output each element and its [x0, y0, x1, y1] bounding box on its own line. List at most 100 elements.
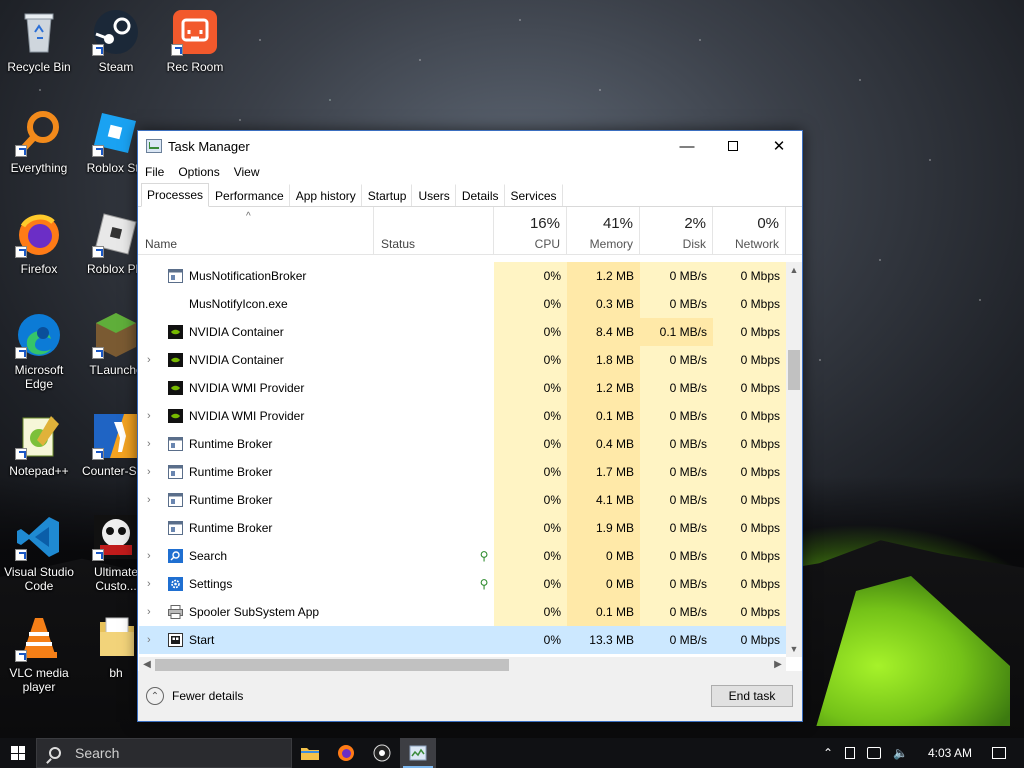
horizontal-scroll-thumb[interactable] [155, 659, 509, 671]
expand-chevron-icon[interactable] [147, 374, 157, 402]
tab-app-history[interactable]: App history [290, 184, 362, 206]
efficiency-leaf-icon [477, 262, 491, 290]
process-row[interactable]: MusNotificationBroker 0% 1.2 MB 0 MB/s 0 Mbp… [139, 262, 786, 290]
shortcut-arrow-icon [15, 246, 27, 258]
scroll-up-icon[interactable]: ▲ [786, 262, 802, 278]
tab-performance[interactable]: Performance [209, 184, 290, 206]
tab-services[interactable]: Services [505, 184, 563, 206]
file-explorer-icon[interactable] [292, 738, 328, 768]
process-disk: 0 MB/s [640, 430, 713, 458]
desktop-icon-label: Rec Room [166, 60, 224, 74]
firefox-icon[interactable] [328, 738, 364, 768]
menu-file[interactable]: File [145, 165, 164, 179]
process-row[interactable]: › Spooler SubSystem App 0% 0.1 MB 0 MB/s 0 Mb… [139, 598, 786, 626]
process-name: Runtime Broker [189, 465, 273, 479]
expand-chevron-icon[interactable]: › [147, 486, 157, 514]
expand-chevron-icon[interactable]: › [147, 626, 157, 654]
notification-icon[interactable] [992, 747, 1006, 759]
desktop-icon-recycle-bin[interactable]: Recycle Bin [1, 8, 77, 74]
desktop-icon-vlc[interactable]: VLC media player [1, 614, 77, 694]
process-row[interactable]: › Runtime Broker 0% 0.4 MB 0 MB/s 0 Mbps [139, 430, 786, 458]
column-cpu[interactable]: 16% CPU [494, 207, 567, 255]
shortcut-arrow-icon [15, 650, 27, 662]
desktop-icon-everything[interactable]: Everything [1, 109, 77, 175]
printer-icon [168, 605, 183, 619]
menu-options[interactable]: Options [178, 165, 219, 179]
vertical-scrollbar[interactable]: ▲ ▼ [786, 262, 802, 657]
tab-users[interactable]: Users [412, 184, 456, 206]
process-row[interactable]: › Start 0% 13.3 MB 0 MB/s 0 Mbps [139, 626, 786, 654]
obs-icon[interactable] [364, 738, 400, 768]
column-network[interactable]: 0% Network [713, 207, 786, 255]
end-task-button[interactable]: End task [711, 685, 793, 707]
fewer-details-button[interactable]: ⌃ Fewer details [146, 687, 243, 705]
maximize-button[interactable] [710, 131, 756, 161]
expand-chevron-icon[interactable]: › [147, 570, 157, 598]
minimize-button[interactable]: — [664, 131, 710, 161]
firefox-icon [15, 210, 63, 258]
desktop-icon-steam[interactable]: Steam [78, 8, 154, 74]
task-manager-taskbar-icon[interactable] [400, 738, 436, 768]
desktop-icon-vscode[interactable]: Visual Studio Code [1, 513, 77, 593]
scroll-down-icon[interactable]: ▼ [786, 641, 802, 657]
expand-chevron-icon[interactable] [147, 514, 157, 542]
column-disk[interactable]: 2% Disk [640, 207, 713, 255]
title-bar[interactable]: Task Manager — ✕ [138, 131, 802, 161]
clock[interactable]: 4:03 AM [928, 746, 972, 760]
tab-bar: Processes Performance App history Startu… [138, 183, 802, 207]
expand-chevron-icon[interactable] [147, 318, 157, 346]
process-row[interactable]: Runtime Broker 0% 1.9 MB 0 MB/s 0 Mbps [139, 514, 786, 542]
taskbar-search-box[interactable]: Search [36, 738, 292, 768]
expand-chevron-icon[interactable]: › [147, 430, 157, 458]
desktop-icon-firefox[interactable]: Firefox [1, 210, 77, 276]
process-row[interactable]: › NVIDIA WMI Provider 0% 0.1 MB 0 MB/s 0 Mbps [139, 402, 786, 430]
expand-chevron-icon[interactable]: › [147, 346, 157, 374]
process-row[interactable]: › Settings ⚲ 0% 0 MB 0 MB/s 0 Mbps [139, 570, 786, 598]
expand-chevron-icon[interactable]: › [147, 598, 157, 626]
process-network: 0 Mbps [713, 346, 786, 374]
window-title: Task Manager [168, 138, 250, 154]
process-row[interactable]: › NVIDIA Container 0% 1.8 MB 0 MB/s 0 Mbps [139, 346, 786, 374]
process-row[interactable]: › Runtime Broker 0% 4.1 MB 0 MB/s 0 Mbps [139, 486, 786, 514]
tab-processes[interactable]: Processes [141, 183, 210, 207]
process-row[interactable]: MusNotifyIcon.exe 0% 0.3 MB 0 MB/s 0 Mbps [139, 290, 786, 318]
shortcut-arrow-icon [15, 145, 27, 157]
battery-icon[interactable] [845, 747, 856, 759]
network-icon[interactable] [867, 747, 882, 759]
column-status[interactable]: Status [374, 207, 494, 255]
process-row[interactable]: › Runtime Broker 0% 1.7 MB 0 MB/s 0 Mbps [139, 458, 786, 486]
process-row[interactable]: NVIDIA Container 0% 8.4 MB 0.1 MB/s 0 Mbps [139, 318, 786, 346]
process-row[interactable]: NVIDIA WMI Provider 0% 1.2 MB 0 MB/s 0 Mbps [139, 374, 786, 402]
desktop-icon-notepad-plus-plus[interactable]: Notepad++ [1, 412, 77, 478]
steam-icon [92, 8, 140, 56]
shortcut-arrow-icon [92, 44, 104, 56]
column-memory[interactable]: 41% Memory [567, 207, 640, 255]
tab-details[interactable]: Details [456, 184, 505, 206]
column-name-label: Name [145, 237, 178, 251]
process-name: Spooler SubSystem App [189, 605, 320, 619]
expand-chevron-icon[interactable]: › [147, 402, 157, 430]
process-memory: 1.2 MB [567, 262, 640, 290]
desktop-icon-rec-room[interactable]: Rec Room [157, 8, 233, 74]
close-button[interactable]: ✕ [756, 131, 802, 161]
expand-chevron-icon[interactable] [147, 262, 157, 290]
menu-view[interactable]: View [234, 165, 260, 179]
expand-chevron-icon[interactable] [147, 290, 157, 318]
roblox-studio-icon [92, 109, 140, 157]
cpu-total-percent: 16% [529, 215, 560, 232]
volume-icon[interactable]: 🔈 [893, 746, 908, 760]
expand-chevron-icon[interactable]: › [147, 458, 157, 486]
shortcut-arrow-icon [92, 347, 104, 359]
tab-startup[interactable]: Startup [362, 184, 413, 206]
process-name: NVIDIA Container [189, 325, 284, 339]
start-button[interactable] [0, 738, 36, 768]
vertical-scroll-thumb[interactable] [788, 350, 800, 390]
efficiency-leaf-icon: ⚲ [479, 549, 489, 563]
expand-chevron-icon[interactable]: › [147, 542, 157, 570]
desktop-icon-edge[interactable]: Microsoft Edge [1, 311, 77, 391]
process-row[interactable]: › Search ⚲ 0% 0 MB 0 MB/s 0 Mbps [139, 542, 786, 570]
chevron-up-icon[interactable]: ⌃ [823, 746, 833, 760]
column-disk-label: Disk [682, 237, 706, 251]
column-name[interactable]: ^ Name [138, 207, 374, 255]
process-memory: 4.1 MB [567, 486, 640, 514]
